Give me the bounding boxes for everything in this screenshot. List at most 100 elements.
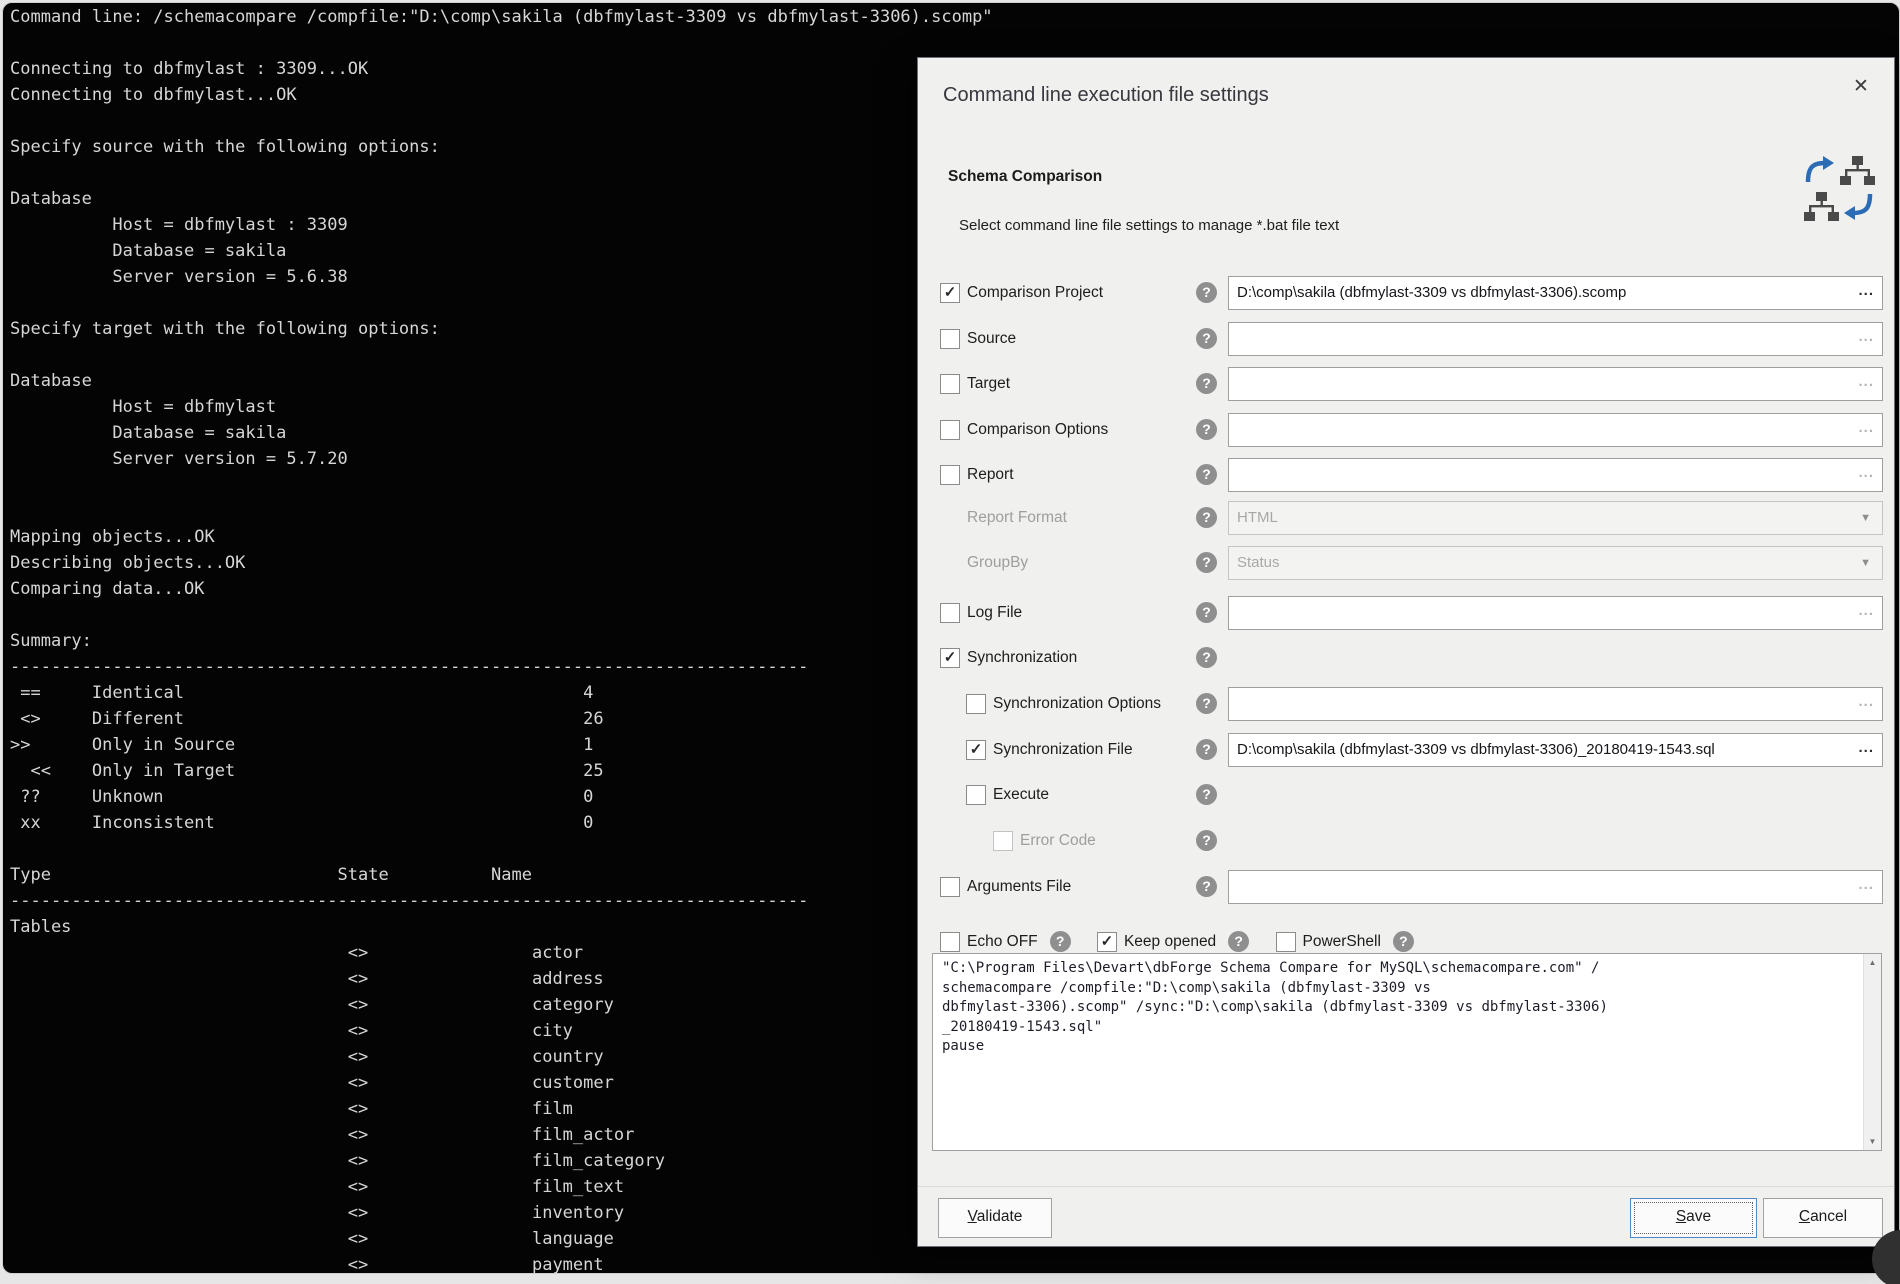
- row-report: Report ? ...: [918, 458, 1894, 492]
- synchronization-label: Synchronization: [967, 649, 1077, 667]
- help-icon[interactable]: ?: [1196, 830, 1217, 851]
- arguments-file-label: Arguments File: [967, 878, 1071, 896]
- error-code-label: Error Code: [1020, 832, 1096, 850]
- report-format-label: Report Format: [967, 509, 1067, 527]
- help-icon[interactable]: ?: [1196, 693, 1217, 714]
- synchronization-checkbox[interactable]: ✓: [940, 648, 960, 668]
- chevron-down-icon: ▼: [1860, 547, 1871, 579]
- groupby-select[interactable]: Status ▼: [1228, 546, 1883, 580]
- report-input[interactable]: ...: [1228, 458, 1883, 492]
- row-synchronization-file: ✓ Synchronization File ? D:\comp\sakila …: [918, 733, 1894, 767]
- help-icon[interactable]: ?: [1196, 739, 1217, 760]
- browse-icon[interactable]: ...: [1858, 871, 1874, 899]
- keep-opened-label: Keep opened: [1124, 933, 1216, 951]
- save-button[interactable]: Save: [1630, 1198, 1757, 1238]
- synchronization-file-checkbox[interactable]: ✓: [966, 740, 986, 760]
- powershell-checkbox[interactable]: [1276, 932, 1296, 952]
- help-icon[interactable]: ?: [1196, 647, 1217, 668]
- synchronization-file-label: Synchronization File: [993, 741, 1133, 759]
- keep-opened-checkbox[interactable]: ✓: [1097, 932, 1117, 952]
- row-synchronization: ✓ Synchronization ?: [918, 641, 1894, 675]
- scroll-up-icon[interactable]: ▲: [1864, 954, 1881, 971]
- browse-icon[interactable]: ...: [1858, 597, 1874, 625]
- scroll-down-icon[interactable]: ▼: [1864, 1133, 1881, 1150]
- report-format-select[interactable]: HTML ▼: [1228, 501, 1883, 535]
- groupby-value: Status: [1237, 554, 1280, 571]
- echo-off-label: Echo OFF: [967, 933, 1038, 951]
- validate-button[interactable]: Validate: [938, 1198, 1052, 1238]
- powershell-label: PowerShell: [1303, 933, 1381, 951]
- row-source: Source ? ...: [918, 322, 1894, 356]
- browse-icon[interactable]: ...: [1858, 323, 1874, 351]
- schema-compare-sync-icon: [1800, 150, 1878, 228]
- bat-file-text-area[interactable]: "C:\Program Files\Devart\dbForge Schema …: [932, 953, 1882, 1151]
- dialog-title: Command line execution file settings: [943, 84, 1269, 107]
- browse-icon[interactable]: ...: [1858, 277, 1874, 305]
- help-icon[interactable]: ?: [1196, 419, 1217, 440]
- execute-checkbox[interactable]: [966, 785, 986, 805]
- log-file-input[interactable]: ...: [1228, 596, 1883, 630]
- synchronization-file-value: D:\comp\sakila (dbfmylast-3309 vs dbfmyl…: [1237, 741, 1715, 758]
- chevron-down-icon: ▼: [1860, 502, 1871, 534]
- browse-icon[interactable]: ...: [1858, 688, 1874, 716]
- help-icon[interactable]: ?: [1196, 282, 1217, 303]
- browse-icon[interactable]: ...: [1858, 368, 1874, 396]
- log-file-checkbox[interactable]: [940, 603, 960, 623]
- row-comparison-project: ✓ Comparison Project ? D:\comp\sakila (d…: [918, 276, 1894, 310]
- source-label: Source: [967, 330, 1016, 348]
- comparison-options-input[interactable]: ...: [1228, 413, 1883, 447]
- browse-icon[interactable]: ...: [1858, 459, 1874, 487]
- help-icon[interactable]: ?: [1196, 784, 1217, 805]
- row-groupby: GroupBy ? Status ▼: [918, 546, 1894, 580]
- report-checkbox[interactable]: [940, 465, 960, 485]
- help-icon[interactable]: ?: [1196, 552, 1217, 573]
- help-icon[interactable]: ?: [1196, 328, 1217, 349]
- dialog-description: Select command line file settings to man…: [959, 217, 1339, 234]
- row-report-format: Report Format ? HTML ▼: [918, 501, 1894, 535]
- arguments-file-input[interactable]: ...: [1228, 870, 1883, 904]
- help-icon[interactable]: ?: [1196, 602, 1217, 623]
- comparison-project-checkbox[interactable]: ✓: [940, 283, 960, 303]
- row-log-file: Log File ? ...: [918, 596, 1894, 630]
- row-arguments-file: Arguments File ? ...: [918, 870, 1894, 904]
- report-format-value: HTML: [1237, 509, 1278, 526]
- browse-icon[interactable]: ...: [1858, 414, 1874, 442]
- help-icon[interactable]: ?: [1196, 876, 1217, 897]
- help-icon[interactable]: ?: [1196, 373, 1217, 394]
- screenshot-root: Command line: /schemacompare /compfile:"…: [0, 0, 1900, 1284]
- row-error-code: Error Code ?: [918, 824, 1894, 858]
- target-label: Target: [967, 375, 1010, 393]
- bat-file-text: "C:\Program Files\Devart\dbForge Schema …: [933, 954, 1881, 1057]
- source-checkbox[interactable]: [940, 329, 960, 349]
- row-execute: Execute ?: [918, 778, 1894, 812]
- report-label: Report: [967, 466, 1014, 484]
- scrollbar[interactable]: ▲ ▼: [1863, 954, 1881, 1150]
- row-synchronization-options: Synchronization Options ? ...: [918, 687, 1894, 721]
- help-icon[interactable]: ?: [1196, 507, 1217, 528]
- footer-divider: [918, 1186, 1894, 1187]
- help-icon[interactable]: ?: [1393, 931, 1414, 952]
- comparison-options-label: Comparison Options: [967, 421, 1108, 439]
- echo-off-checkbox[interactable]: [940, 932, 960, 952]
- comparison-options-checkbox[interactable]: [940, 420, 960, 440]
- close-icon[interactable]: ✕: [1846, 72, 1876, 102]
- comparison-project-label: Comparison Project: [967, 284, 1103, 302]
- synchronization-file-input[interactable]: D:\comp\sakila (dbfmylast-3309 vs dbfmyl…: [1228, 733, 1883, 767]
- log-file-label: Log File: [967, 604, 1022, 622]
- source-input[interactable]: ...: [1228, 322, 1883, 356]
- comparison-project-input[interactable]: D:\comp\sakila (dbfmylast-3309 vs dbfmyl…: [1228, 276, 1883, 310]
- target-input[interactable]: ...: [1228, 367, 1883, 401]
- execute-label: Execute: [993, 786, 1049, 804]
- arguments-file-checkbox[interactable]: [940, 877, 960, 897]
- row-comparison-options: Comparison Options ? ...: [918, 413, 1894, 447]
- help-icon[interactable]: ?: [1228, 931, 1249, 952]
- synchronization-options-input[interactable]: ...: [1228, 687, 1883, 721]
- groupby-label: GroupBy: [967, 554, 1028, 572]
- synchronization-options-checkbox[interactable]: [966, 694, 986, 714]
- help-icon[interactable]: ?: [1050, 931, 1071, 952]
- help-icon[interactable]: ?: [1196, 464, 1217, 485]
- browse-icon[interactable]: ...: [1858, 734, 1874, 762]
- command-line-settings-dialog: Command line execution file settings ✕ S…: [917, 57, 1895, 1247]
- cancel-button[interactable]: Cancel: [1763, 1198, 1883, 1238]
- target-checkbox[interactable]: [940, 374, 960, 394]
